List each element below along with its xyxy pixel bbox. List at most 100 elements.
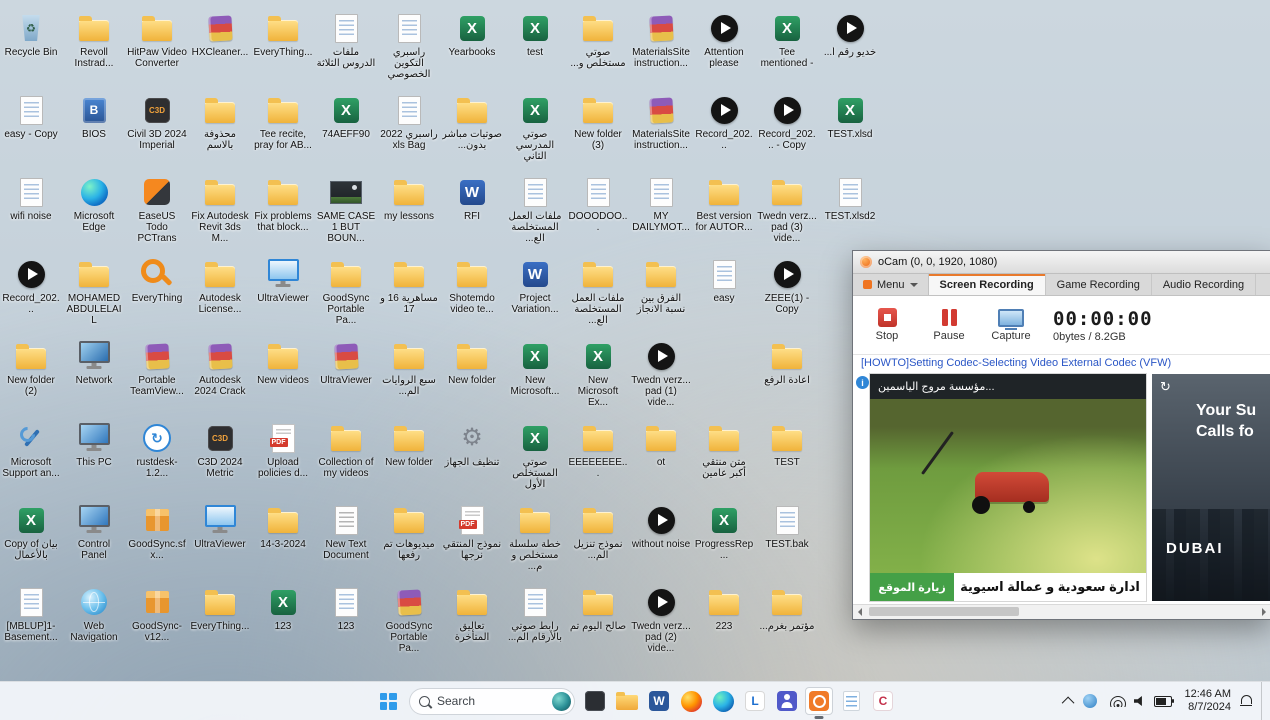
- desktop-icon[interactable]: سبع الروايات الم...: [379, 340, 439, 397]
- desktop-icon[interactable]: Microsoft Support an...: [1, 422, 61, 479]
- desktop-icon[interactable]: ProgressRep...: [694, 504, 754, 561]
- desktop-icon[interactable]: wifi noise: [1, 176, 61, 222]
- desktop-icon[interactable]: New Text Document: [316, 504, 376, 561]
- firefox-icon[interactable]: [677, 687, 705, 715]
- desktop-icon[interactable]: الفرق بين نسبة الانجاز: [631, 258, 691, 315]
- desktop-icon[interactable]: Yearbooks: [442, 12, 502, 58]
- menu-button[interactable]: Menu: [853, 274, 929, 295]
- desktop-icon[interactable]: TEST.xlsd: [820, 94, 880, 140]
- file-explorer-icon[interactable]: [613, 687, 641, 715]
- desktop-icon[interactable]: without noise: [631, 504, 691, 550]
- stop-button[interactable]: Stop: [861, 301, 913, 349]
- desktop-icon[interactable]: نموذج المنتقي نرجها: [442, 504, 502, 561]
- desktop-icon[interactable]: رابط صوتي بالأرقام الم...: [505, 586, 565, 643]
- taskbar-search[interactable]: Search: [409, 687, 575, 715]
- ocam-titlebar[interactable]: oCam (0, 0, 1920, 1080): [853, 251, 1270, 274]
- desktop-icon[interactable]: ملفات العمل المستخلصة الع...: [568, 258, 628, 326]
- desktop-icon[interactable]: Recycle Bin: [1, 12, 61, 58]
- notification-bell-icon[interactable]: [1240, 695, 1252, 707]
- system-tray[interactable]: [1106, 695, 1176, 707]
- side-ad-banner[interactable]: ↻ Your Su Calls fo DUBAI: [1152, 374, 1270, 601]
- desktop-icon[interactable]: RFI: [442, 176, 502, 222]
- desktop-icon[interactable]: Record_202...: [1, 258, 61, 315]
- desktop-icon[interactable]: Best version for AUTOR...: [694, 176, 754, 233]
- desktop-icon[interactable]: New folder: [442, 340, 502, 386]
- desktop-icon[interactable]: Fix problems that block...: [253, 176, 313, 233]
- desktop-icon[interactable]: Upload policies d...: [253, 422, 313, 479]
- desktop-icon[interactable]: C3D 2024 Metric: [190, 422, 250, 479]
- desktop-icon[interactable]: 123: [316, 586, 376, 632]
- desktop-icon[interactable]: 123: [253, 586, 313, 632]
- ocam-icon[interactable]: [805, 687, 833, 715]
- desktop-icon[interactable]: راسبري 2022 xls Bag: [379, 94, 439, 151]
- desktop-icon[interactable]: New videos: [253, 340, 313, 386]
- desktop-icon[interactable]: ملفات الدروس الثلاثة: [316, 12, 376, 69]
- tab-audio-recording[interactable]: Audio Recording: [1152, 274, 1257, 295]
- start-button[interactable]: [373, 687, 403, 715]
- desktop-icon[interactable]: GoodSync Portable Pa...: [316, 258, 376, 326]
- desktop-icon[interactable]: محذوفة بالاسم: [190, 94, 250, 151]
- desktop-icon[interactable]: DOOODOO...: [568, 176, 628, 233]
- desktop-icon[interactable]: New folder: [379, 422, 439, 468]
- desktop-icon[interactable]: ot: [631, 422, 691, 468]
- ad-banner[interactable]: ...مؤسسة مروج الياسمين زيارة الموقع ادار…: [870, 374, 1146, 601]
- desktop-icon[interactable]: HXCleaner...: [190, 12, 250, 58]
- pause-button[interactable]: Pause: [923, 301, 975, 349]
- desktop-icon[interactable]: BIOS: [64, 94, 124, 140]
- howto-link[interactable]: [HOWTO]Setting Codec-Selecting Video Ext…: [853, 355, 1270, 372]
- desktop-icon[interactable]: [MBLUP]1- Basement...: [1, 586, 61, 643]
- app-l-icon[interactable]: [741, 687, 769, 715]
- info-icon[interactable]: i: [856, 376, 869, 389]
- desktop-icon[interactable]: 14-3-2024: [253, 504, 313, 550]
- desktop-icon[interactable]: Autodesk License...: [190, 258, 250, 315]
- desktop-icon[interactable]: EveryThing...: [190, 586, 250, 632]
- desktop-icon[interactable]: خطة سلسلة مستخلص و م...: [505, 504, 565, 572]
- desktop-icon[interactable]: New folder (3): [568, 94, 628, 151]
- desktop-icon[interactable]: Tee mentioned -: [757, 12, 817, 69]
- desktop-icon[interactable]: HitPaw Video Converter: [127, 12, 187, 69]
- notepad-icon[interactable]: [837, 687, 865, 715]
- desktop-icon[interactable]: Fix Autodesk Revit 3ds M...: [190, 176, 250, 244]
- desktop-icon[interactable]: صوتي المدرسي الثاني: [505, 94, 565, 162]
- desktop-icon[interactable]: rustdesk-1.2...: [127, 422, 187, 479]
- show-desktop-button[interactable]: [1261, 682, 1266, 720]
- desktop-icon[interactable]: Microsoft Edge: [64, 176, 124, 233]
- desktop-icon[interactable]: تعاليق المتأخرة: [442, 586, 502, 643]
- desktop-icon[interactable]: صوتيات مباشر بدون...: [442, 94, 502, 151]
- desktop-icon[interactable]: مساهرية 16 و 17: [379, 258, 439, 315]
- desktop-icon[interactable]: Record_202...: [694, 94, 754, 151]
- desktop-icon[interactable]: اعادة الرفع: [757, 340, 817, 386]
- desktop-icon[interactable]: EEEEEEEE...: [568, 422, 628, 479]
- desktop-icon[interactable]: EveryThing...: [253, 12, 313, 58]
- desktop-icon[interactable]: متن منتقي أكبر عامين: [694, 422, 754, 479]
- desktop-icon[interactable]: MaterialsSite instruction...: [631, 94, 691, 151]
- desktop-icon[interactable]: Project Variation...: [505, 258, 565, 315]
- desktop-icon[interactable]: New Microsoft Ex...: [568, 340, 628, 408]
- desktop-icon[interactable]: صوتي المستخلص الأول: [505, 422, 565, 490]
- tray-app-icon[interactable]: [1082, 694, 1097, 708]
- app-dark-icon[interactable]: [581, 687, 609, 715]
- desktop-icon[interactable]: Copy of بيان بالأعمال: [1, 504, 61, 561]
- desktop-icon[interactable]: ميديوهات تم رفعها: [379, 504, 439, 561]
- desktop-icon[interactable]: TEST: [757, 422, 817, 468]
- desktop-icon[interactable]: MaterialsSite instruction...: [631, 12, 691, 69]
- refresh-icon[interactable]: ↻: [1160, 379, 1171, 395]
- scroll-left-arrow[interactable]: [853, 606, 867, 619]
- desktop-icon[interactable]: New Microsoft...: [505, 340, 565, 397]
- desktop-icon[interactable]: MY DAILYMOT...: [631, 176, 691, 233]
- horizontal-scrollbar[interactable]: [853, 604, 1270, 619]
- desktop-icon[interactable]: Revoll Instrad...: [64, 12, 124, 69]
- desktop-icon[interactable]: ملفات العمل المستخلصة الع...: [505, 176, 565, 244]
- taskbar-clock[interactable]: 12:46 AM 8/7/2024: [1185, 688, 1231, 714]
- desktop-icon[interactable]: راسبري التكوين الخصوصي: [379, 12, 439, 80]
- desktop-icon[interactable]: Control Panel: [64, 504, 124, 561]
- desktop-icon[interactable]: This PC: [64, 422, 124, 468]
- scroll-right-arrow[interactable]: [1257, 606, 1270, 619]
- edge-icon[interactable]: [709, 687, 737, 715]
- desktop-icon[interactable]: Portable TeamView...: [127, 340, 187, 397]
- tab-screen-recording[interactable]: Screen Recording: [928, 274, 1046, 295]
- desktop-icon[interactable]: 223: [694, 586, 754, 632]
- desktop-icon[interactable]: TEST.bak: [757, 504, 817, 550]
- tray-overflow-chevron-icon[interactable]: [1061, 696, 1074, 709]
- clipchamp-icon[interactable]: [869, 687, 897, 715]
